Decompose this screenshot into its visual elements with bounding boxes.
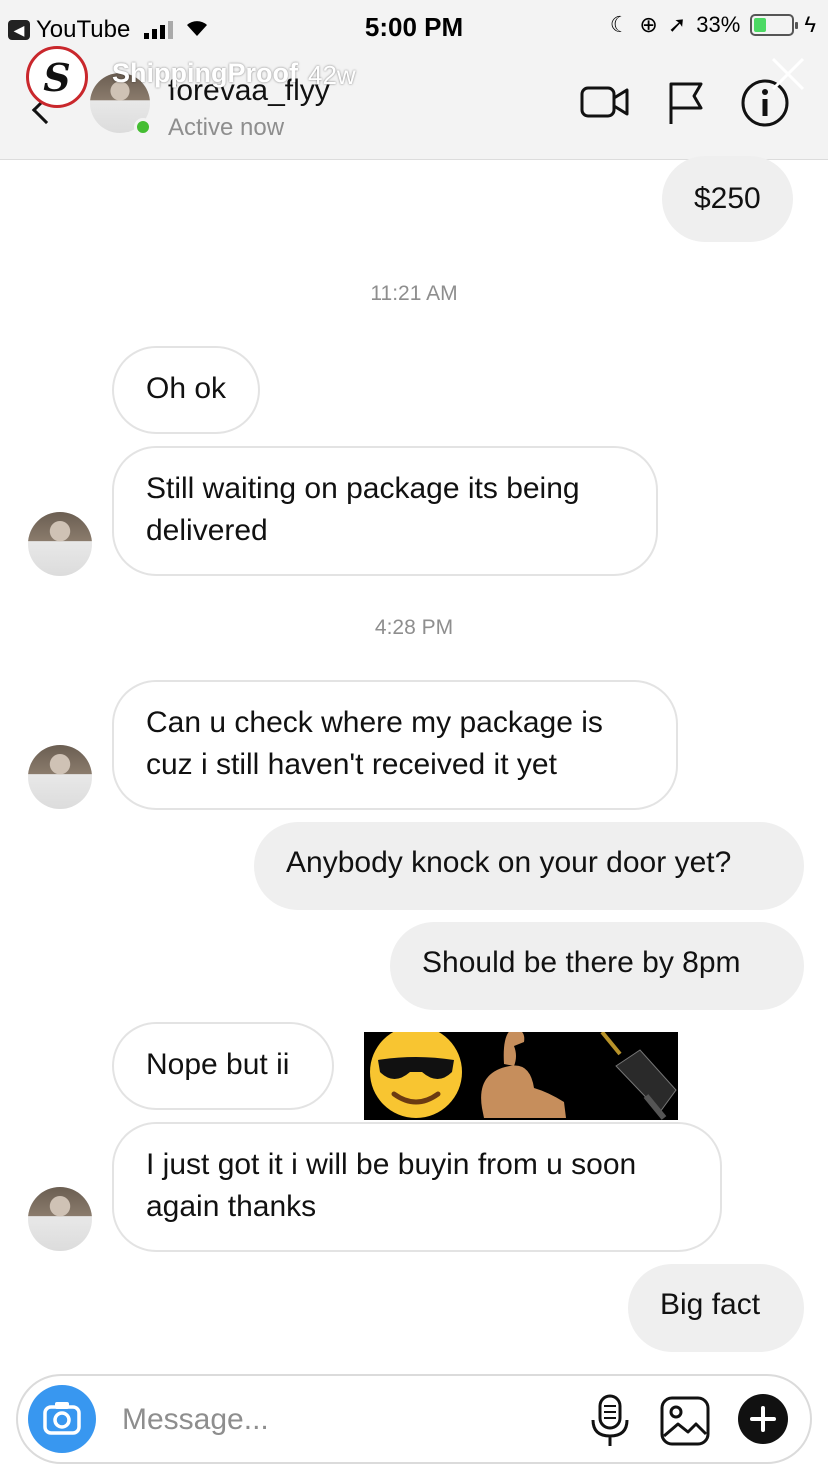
message-bubble-outgoing[interactable]: Big fact [628,1264,804,1352]
do-not-disturb-icon: ☾ [609,12,630,37]
story-account-logo[interactable]: S [26,46,88,108]
message-bubble-incoming[interactable]: Nope but ii [112,1022,334,1110]
message-bubble-incoming[interactable]: Still waiting on package its being deliv… [112,446,658,576]
message-bubble-incoming[interactable]: Can u check where my package is cuz i st… [112,680,678,810]
timestamp: 4:28 PM [374,616,454,639]
smiling-face-with-sunglasses-emoji [370,1026,462,1118]
avatar[interactable] [28,745,92,809]
status-bar: ◀ YouTube 5:00 PM ☾ ⊕ ➚ 33% ϟ [0,0,828,54]
story-account-name[interactable]: ShippingProof [112,58,298,89]
add-button[interactable] [738,1394,788,1444]
emoji-sticker-art [370,1026,677,1120]
message-bubble-outgoing[interactable]: $250 [662,156,793,242]
location-icon: ➚ [667,12,687,37]
emoji-sticker [364,1026,678,1120]
message-input[interactable] [122,1398,542,1442]
dm-screen: ◀ YouTube 5:00 PM ☾ ⊕ ➚ 33% ϟ forevaa_fl… [0,0,828,1480]
message-bubble-outgoing[interactable]: Should be there by 8pm [390,922,804,1010]
microphone-icon[interactable] [590,1394,630,1448]
status-right: ☾ ⊕ ➚ 33% ϟ [610,12,816,38]
plus-icon [750,1406,776,1432]
flag-icon[interactable] [666,80,706,126]
avatar[interactable] [28,512,92,576]
flexed-biceps-emoji [481,1028,566,1118]
timestamp: 11:21 AM [370,282,458,305]
avatar[interactable] [28,1187,92,1251]
message-bubble-incoming[interactable]: I just got it i will be buyin from u soo… [112,1122,722,1252]
message-composer [16,1374,812,1464]
camera-icon [43,1402,81,1435]
battery-fill [754,18,767,32]
online-indicator [134,118,152,136]
active-status: Active now [168,114,285,141]
logo-letter-icon: S [43,54,71,100]
message-bubble-outgoing[interactable]: Anybody knock on your door yet? [254,822,804,910]
electric-plug-emoji [600,1030,677,1120]
battery-icon [750,14,799,36]
message-bubble-incoming[interactable]: Oh ok [112,346,261,434]
story-age: 42w [308,60,356,90]
video-call-icon[interactable] [580,82,630,122]
gallery-icon[interactable] [660,1396,710,1446]
camera-button[interactable] [28,1385,96,1453]
battery-percent: 33% [696,12,741,37]
rotation-lock-icon: ⊕ [639,12,658,37]
charging-icon: ϟ [804,12,816,37]
close-icon[interactable] [770,56,806,92]
